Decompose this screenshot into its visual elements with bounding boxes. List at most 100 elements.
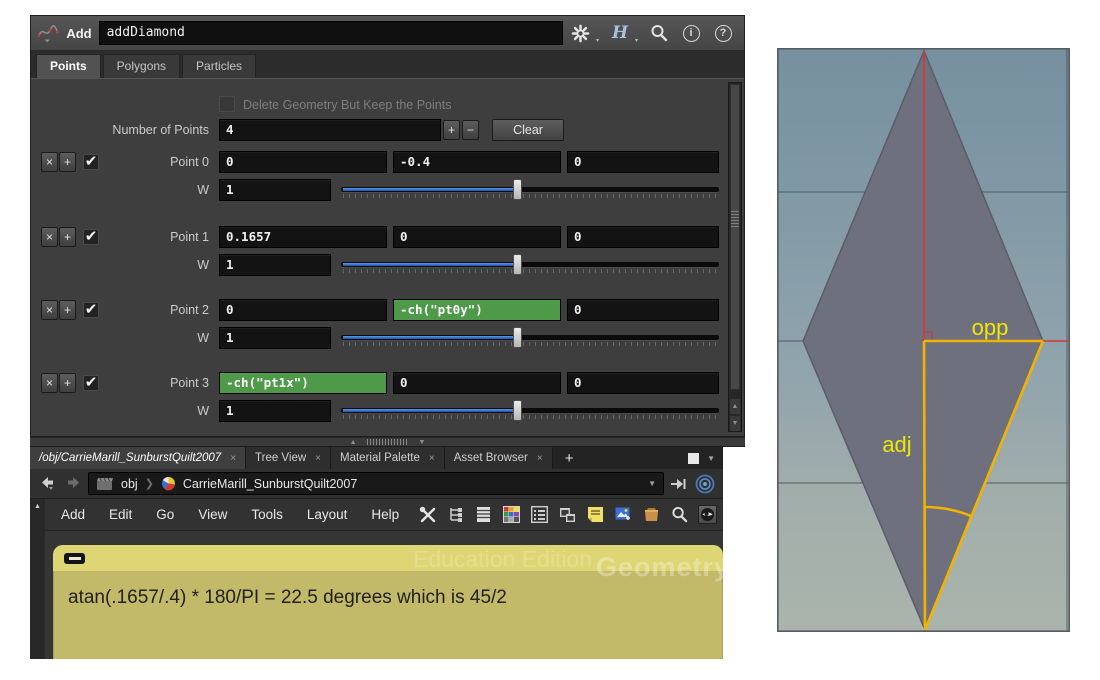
gear-icon[interactable] bbox=[570, 22, 592, 44]
point0-w-input[interactable]: 1 bbox=[219, 179, 331, 201]
increment-button[interactable]: + bbox=[443, 120, 460, 140]
tools-wrench-icon[interactable] bbox=[418, 505, 437, 524]
pane-maximize-icon[interactable] bbox=[688, 453, 699, 464]
gear-caret-icon: ▾ bbox=[596, 37, 599, 44]
geometry-pane-watermark: Geometry bbox=[596, 552, 723, 583]
splitter-down-icon[interactable]: ▼ bbox=[419, 439, 426, 446]
pin-icon[interactable] bbox=[671, 478, 687, 490]
path-field[interactable]: obj ❯ CarrieMarill_SunburstQuilt2007 ▼ bbox=[88, 472, 664, 495]
help-icon[interactable]: ? bbox=[715, 25, 732, 42]
slider-handle[interactable] bbox=[513, 400, 522, 421]
logo-caret-icon: ▾ bbox=[635, 37, 638, 44]
point2-x-input[interactable]: 0 bbox=[219, 299, 387, 321]
tab-points[interactable]: Points bbox=[36, 54, 101, 78]
point3-w-slider[interactable] bbox=[341, 400, 719, 422]
add-node-icon[interactable] bbox=[37, 23, 59, 43]
menu-layout[interactable]: Layout bbox=[296, 507, 359, 522]
point3-x-input-expression[interactable]: -ch("pt1x") bbox=[219, 372, 387, 394]
scrollbar-thumb[interactable] bbox=[730, 84, 740, 390]
menu-view[interactable]: View bbox=[187, 507, 238, 522]
tab-particles[interactable]: Particles bbox=[182, 54, 256, 78]
parameter-pane: Add addDiamond ▾ H ▾ i ? bbox=[30, 15, 745, 437]
number-of-points-input[interactable]: 4 bbox=[219, 119, 441, 141]
layout-windows-icon[interactable] bbox=[558, 505, 577, 524]
visibility-eye-icon[interactable] bbox=[698, 505, 717, 524]
splitter-grip[interactable] bbox=[367, 439, 409, 445]
sticky-collapse-button[interactable] bbox=[64, 553, 85, 564]
delete-geometry-label: Delete Geometry But Keep the Points bbox=[243, 98, 503, 112]
scene-viewport[interactable]: opp adj bbox=[777, 48, 1070, 632]
houdini-logo-icon[interactable]: H bbox=[609, 22, 631, 44]
path-dropdown-icon[interactable]: ▼ bbox=[648, 479, 656, 488]
point0-z-input[interactable]: 0 bbox=[567, 151, 719, 173]
forward-arrow-icon[interactable] bbox=[64, 476, 81, 491]
point2-w-slider[interactable] bbox=[341, 327, 719, 349]
point1-x-input[interactable]: 0.1657 bbox=[219, 226, 387, 248]
tree-view-icon[interactable] bbox=[446, 505, 465, 524]
take-list-icon[interactable] bbox=[642, 505, 661, 524]
point3-z-input[interactable]: 0 bbox=[567, 372, 719, 394]
back-arrow-icon[interactable] bbox=[40, 476, 57, 491]
image-view-icon[interactable] bbox=[614, 505, 633, 524]
point1-w-input[interactable]: 1 bbox=[219, 254, 331, 276]
point2-z-input[interactable]: 0 bbox=[567, 299, 719, 321]
node-name-input[interactable]: addDiamond bbox=[99, 21, 563, 45]
menu-tools[interactable]: Tools bbox=[240, 507, 294, 522]
point3-y-input[interactable]: 0 bbox=[393, 372, 561, 394]
close-icon[interactable]: × bbox=[537, 453, 543, 464]
parameter-titlebar: Add addDiamond ▾ H ▾ i ? bbox=[31, 16, 744, 51]
scroll-up-arrow[interactable]: ▲ bbox=[730, 399, 740, 414]
search-icon[interactable] bbox=[670, 505, 689, 524]
pane-tab-network[interactable]: /obj/CarrieMarill_SunburstQuilt2007 × bbox=[30, 447, 246, 469]
pane-splitter[interactable]: ▲ ▼ bbox=[30, 437, 745, 447]
number-of-points-label: Number of Points bbox=[31, 123, 209, 137]
delete-geometry-checkbox[interactable] bbox=[219, 96, 235, 112]
parameter-scrollbar[interactable]: ▲ ▼ bbox=[728, 82, 742, 432]
point0-x-input[interactable]: 0 bbox=[219, 151, 387, 173]
new-tab-button[interactable]: + bbox=[553, 447, 586, 469]
sticky-note-icon[interactable] bbox=[586, 505, 605, 524]
pane-tab-material-palette[interactable]: Material Palette × bbox=[331, 447, 445, 469]
point2-w-input[interactable]: 1 bbox=[219, 327, 331, 349]
geometry-node-icon bbox=[161, 476, 176, 491]
clear-button[interactable]: Clear bbox=[492, 119, 564, 141]
follow-focus-icon[interactable] bbox=[695, 474, 715, 494]
menu-help[interactable]: Help bbox=[360, 507, 410, 522]
path-node-name[interactable]: CarrieMarill_SunburstQuilt2007 bbox=[183, 477, 357, 491]
info-icon[interactable]: i bbox=[683, 25, 700, 42]
sliver-up-arrow-icon[interactable]: ▲ bbox=[34, 503, 41, 510]
pane-tab-tree-view[interactable]: Tree View × bbox=[246, 447, 331, 469]
network-editor[interactable]: atan(.1657/.4) * 180/PI = 22.5 degrees w… bbox=[30, 531, 723, 659]
vertical-scroll-sliver[interactable]: ▲ bbox=[30, 499, 45, 659]
decrement-button[interactable]: − bbox=[462, 120, 479, 140]
menu-edit[interactable]: Edit bbox=[98, 507, 143, 522]
slider-handle[interactable] bbox=[513, 254, 522, 275]
search-icon[interactable] bbox=[648, 22, 670, 44]
point3-label: Point 3 bbox=[31, 376, 209, 390]
close-icon[interactable]: × bbox=[230, 453, 236, 464]
close-icon[interactable]: × bbox=[315, 453, 321, 464]
slider-handle[interactable] bbox=[513, 179, 522, 200]
point1-z-input[interactable]: 0 bbox=[567, 226, 719, 248]
slider-handle[interactable] bbox=[513, 327, 522, 348]
pane-tab-asset-browser[interactable]: Asset Browser × bbox=[445, 447, 553, 469]
list-view-icon[interactable] bbox=[474, 505, 493, 524]
point2-y-input-expression[interactable]: -ch("pt0y") bbox=[393, 299, 561, 321]
splitter-up-icon[interactable]: ▲ bbox=[350, 439, 357, 446]
scroll-down-arrow[interactable]: ▼ bbox=[730, 416, 740, 431]
point3-w-input[interactable]: 1 bbox=[219, 400, 331, 422]
palette-icon[interactable] bbox=[502, 505, 521, 524]
tab-polygons[interactable]: Polygons bbox=[103, 54, 180, 78]
point1-y-input[interactable]: 0 bbox=[393, 226, 561, 248]
menu-add[interactable]: Add bbox=[50, 507, 96, 522]
pane-menu-caret-icon[interactable]: ▼ bbox=[707, 454, 715, 463]
point1-w-slider[interactable] bbox=[341, 254, 719, 276]
education-edition-watermark: Education Edition bbox=[413, 546, 592, 573]
menu-go[interactable]: Go bbox=[145, 507, 185, 522]
path-root[interactable]: obj bbox=[121, 477, 138, 491]
close-icon[interactable]: × bbox=[429, 453, 435, 464]
point3-w-label: W bbox=[31, 404, 209, 418]
point0-w-slider[interactable] bbox=[341, 179, 719, 201]
details-view-icon[interactable] bbox=[530, 505, 549, 524]
point0-y-input[interactable]: -0.4 bbox=[393, 151, 561, 173]
